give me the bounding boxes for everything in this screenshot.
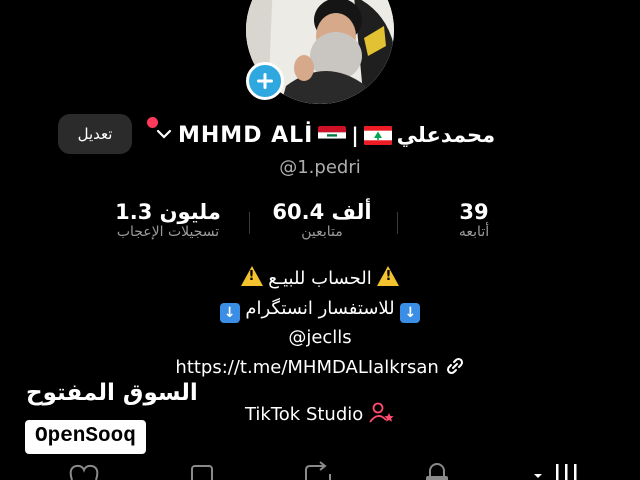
stat-followers[interactable]: 60.4 ألف متابعين: [252, 200, 392, 240]
warning-icon: [240, 266, 263, 286]
bio-line-1: الحساب للبيـع: [0, 266, 640, 289]
add-icon: [257, 73, 273, 89]
link-text[interactable]: https://t.me/MHMDALIalkrsan: [175, 357, 438, 378]
add-profile-button[interactable]: [246, 62, 284, 100]
stat-label: أتابعه: [458, 224, 490, 240]
watermark-english: OpenSooq: [25, 420, 146, 454]
stat-following[interactable]: 39 أتابعه: [424, 200, 524, 240]
stat-divider: [397, 212, 398, 234]
bio-text: الحساب للبيـع: [268, 268, 372, 289]
heart-icon[interactable]: [69, 464, 99, 480]
grid-icon[interactable]: [534, 464, 577, 480]
studio-label: TikTok Studio: [244, 404, 364, 425]
stat-value: 60.4 ألف: [272, 200, 372, 224]
chevron-down-icon[interactable]: [155, 128, 173, 140]
separator: |: [351, 123, 359, 147]
stat-value: 39: [459, 200, 489, 224]
warning-icon: [377, 266, 400, 286]
bio-link[interactable]: https://t.me/MHMDALIalkrsan: [0, 356, 640, 378]
edit-profile-button[interactable]: تعديل: [58, 114, 132, 154]
lebanon-flag-icon: [363, 125, 392, 145]
stat-likes[interactable]: 1.3 مليون تسجيلات الإعجاب: [88, 200, 248, 240]
stat-divider: [249, 212, 250, 234]
display-name-arabic: محمدعلي: [396, 123, 496, 147]
add-person-icon: [369, 402, 394, 423]
stat-value: 1.3 مليون: [115, 200, 221, 224]
lock-icon[interactable]: [426, 463, 448, 480]
watermark-arabic: السوق المفتوح: [26, 380, 198, 406]
username: @1.pedri: [279, 157, 361, 178]
link-icon: [446, 357, 463, 375]
display-name-latin: MHMD ALİ: [178, 122, 314, 148]
iraq-flag-icon: [318, 125, 347, 145]
bookmark-icon[interactable]: [191, 465, 213, 480]
bio-text: للاستفسار انستگرام: [245, 298, 395, 319]
profile-tab-bar: [69, 461, 577, 480]
bio-line-3: @jeclls: [288, 327, 352, 348]
stat-label: تسجيلات الإعجاب: [116, 224, 220, 240]
bio-line-2: ↓ للاستفسار انستگرام ↓: [0, 298, 640, 323]
down-arrow-icon: ↓: [219, 303, 240, 323]
repost-icon[interactable]: [305, 461, 331, 480]
display-name-row[interactable]: MHMD ALİ | محمدعلي: [178, 118, 498, 152]
down-arrow-icon: ↓: [400, 303, 421, 323]
notification-dot: [147, 117, 158, 128]
stat-label: متابعين: [301, 224, 343, 240]
